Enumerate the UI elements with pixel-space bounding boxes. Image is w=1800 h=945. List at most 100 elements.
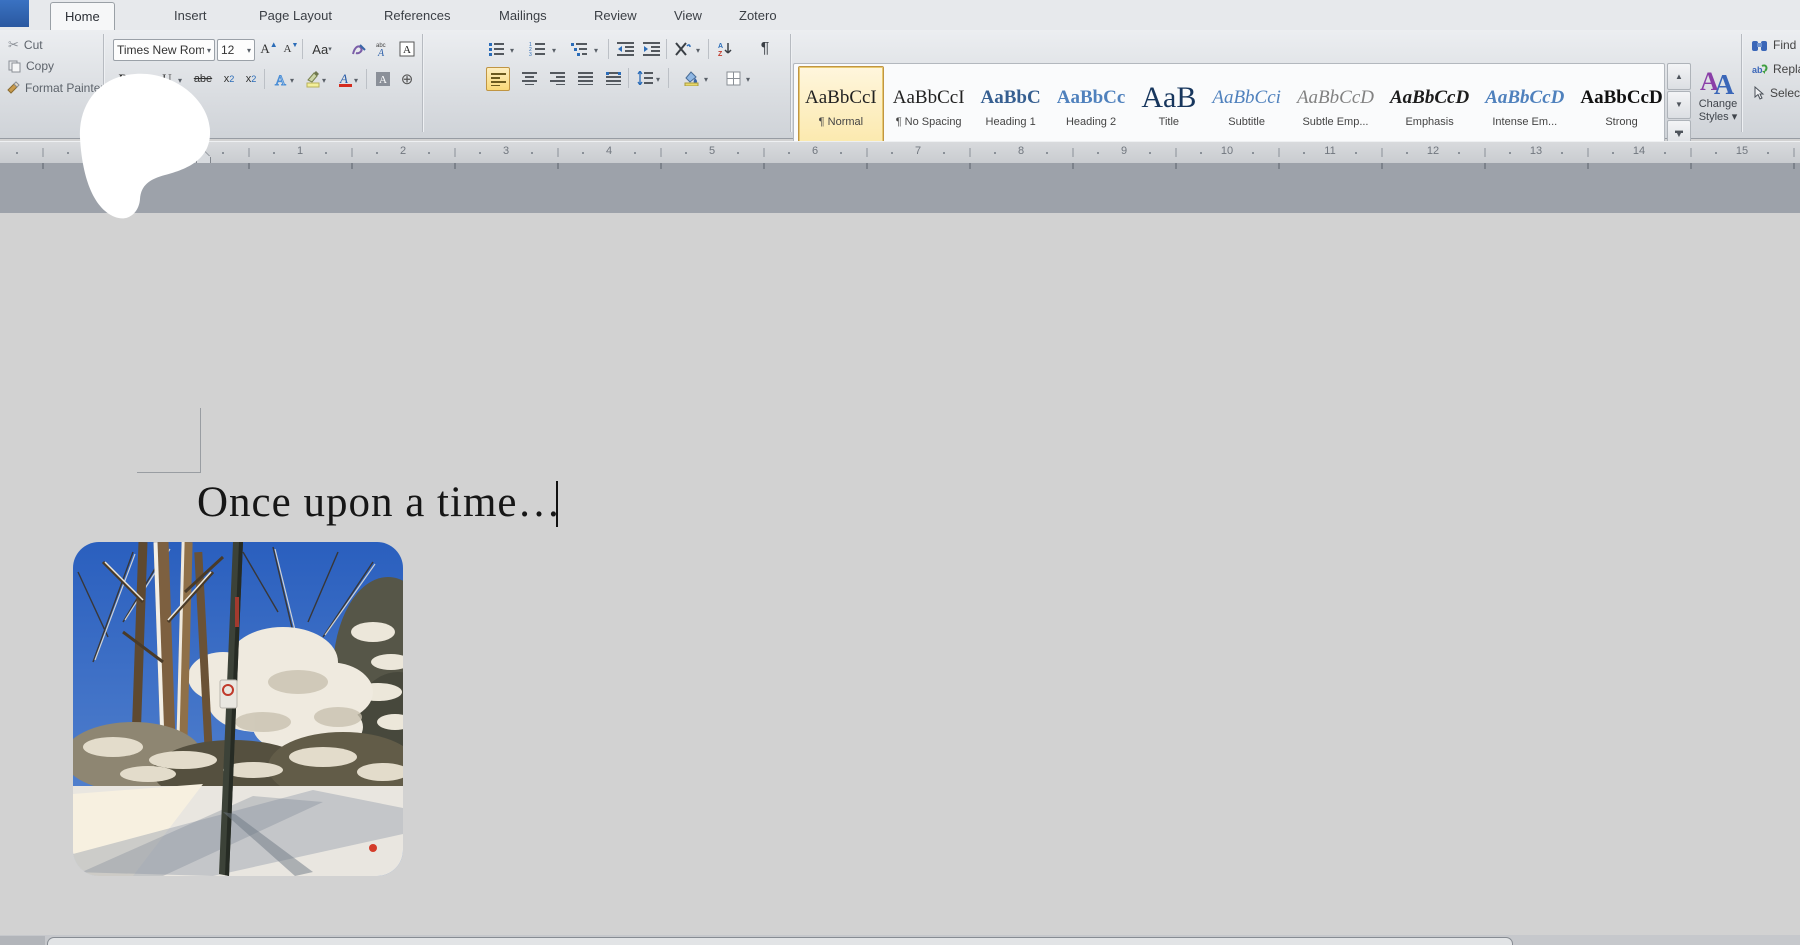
grow-font-button[interactable]: A▲ — [258, 38, 280, 60]
style-sample: AaBbCcD — [1580, 83, 1662, 113]
distribute-button[interactable] — [602, 67, 624, 89]
show-hide-pilcrow-button[interactable]: ¶ — [754, 38, 776, 60]
borders-button[interactable] — [722, 67, 744, 89]
chevron-down-icon[interactable]: ▾ — [204, 46, 214, 55]
gallery-scroll-up-button[interactable]: ▲ — [1667, 63, 1691, 90]
tab-references[interactable]: References — [370, 2, 464, 30]
character-border-icon[interactable]: A — [396, 38, 418, 60]
decrease-indent-button[interactable] — [614, 38, 636, 60]
replace-button[interactable]: ab Replace — [1752, 62, 1800, 76]
file-tab[interactable] — [0, 0, 29, 27]
text-highlight-button[interactable] — [302, 68, 324, 90]
ruler-mark — [67, 152, 69, 154]
chevron-down-icon[interactable]: ▾ — [510, 46, 514, 55]
separator — [366, 69, 367, 89]
font-size-combo[interactable]: 12 ▾ — [217, 39, 255, 61]
chevron-down-icon[interactable]: ▾ — [704, 75, 708, 84]
horizontal-ruler[interactable]: 123456789101112131415 — [0, 141, 1800, 164]
chevron-down-icon[interactable]: ▾ — [594, 46, 598, 55]
tab-view[interactable]: View — [660, 2, 716, 30]
style-heading-2[interactable]: AaBbCc Heading 2 — [1050, 66, 1133, 144]
character-shading-button[interactable]: A — [372, 68, 394, 90]
font-name-combo[interactable]: Times New Roman ▾ — [113, 39, 215, 61]
chevron-down-icon[interactable]: ▾ — [656, 75, 660, 84]
ruler-mark — [788, 152, 790, 154]
asian-layout-button[interactable] — [672, 38, 694, 60]
ruler-mark — [1355, 152, 1357, 154]
phonetic-guide-icon[interactable] — [348, 38, 370, 60]
chevron-down-icon[interactable]: ▾ — [746, 75, 750, 84]
chevron-down-icon[interactable]: ▾ — [322, 76, 326, 85]
enclose-characters-button[interactable]: ⊕ — [396, 68, 418, 90]
style-subtle-emphasis[interactable]: AaBbCcD Subtle Emp... — [1290, 66, 1381, 144]
ruler-mark — [479, 152, 481, 154]
font-color-button[interactable]: A — [334, 68, 356, 90]
ruler-mark — [1612, 152, 1614, 154]
copy-button[interactable]: Copy — [8, 59, 54, 73]
tab-zotero[interactable]: Zotero — [725, 2, 791, 30]
document-photo[interactable] — [73, 542, 403, 876]
line-spacing-button[interactable] — [634, 67, 656, 89]
tab-mailings[interactable]: Mailings — [485, 2, 561, 30]
ruler-half-tick — [1278, 163, 1280, 169]
superscript-button[interactable]: x2 — [240, 68, 262, 90]
tab-review[interactable]: Review — [580, 2, 651, 30]
select-button[interactable]: Select — [1752, 86, 1800, 100]
align-left-button[interactable] — [486, 67, 510, 91]
subscript-button[interactable]: x2 — [218, 68, 240, 90]
ruler-mark — [1715, 152, 1717, 154]
ruler-mark — [1664, 152, 1666, 154]
justify-button[interactable] — [574, 67, 596, 89]
copy-label: Copy — [26, 59, 54, 73]
ruler-number: 5 — [709, 145, 715, 157]
chevron-down-icon[interactable]: ▾ — [354, 76, 358, 85]
style-no-spacing[interactable]: AaBbCcI ¶ No Spacing — [886, 66, 972, 144]
chevron-down-icon[interactable]: ▾ — [696, 46, 700, 55]
document-page[interactable]: Once upon a time… — [0, 213, 1800, 945]
tab-insert[interactable]: Insert — [160, 2, 221, 30]
sort-button[interactable]: AZ — [714, 38, 736, 60]
text-effects-button[interactable]: A — [270, 68, 292, 90]
style-label: Title — [1159, 116, 1179, 128]
ruler-half-tick — [969, 163, 971, 169]
align-center-button[interactable] — [518, 67, 540, 89]
ruler-mark — [557, 148, 558, 157]
gallery-scroll-down-button[interactable]: ▼ — [1667, 91, 1691, 118]
separator — [628, 68, 629, 88]
tab-home[interactable]: Home — [50, 2, 115, 31]
ruler-mark — [891, 152, 893, 154]
tab-page-layout[interactable]: Page Layout — [245, 2, 346, 30]
ribbon-home: ✂ Cut Copy Format Painter Clipboard Time… — [0, 30, 1800, 139]
font-name-value: Times New Roman — [114, 42, 204, 58]
background-window-top — [47, 937, 1513, 945]
style-subtitle[interactable]: AaBbCci Subtitle — [1205, 66, 1288, 144]
cut-button[interactable]: ✂ Cut — [8, 37, 43, 53]
multilevel-list-button[interactable] — [568, 38, 590, 60]
style-emphasis[interactable]: AaBbCcD Emphasis — [1383, 66, 1476, 144]
ruler-half-tick — [1072, 163, 1074, 169]
shrink-font-button[interactable]: A▼ — [280, 38, 302, 60]
increase-indent-button[interactable] — [640, 38, 662, 60]
ruler-number: 6 — [812, 145, 818, 157]
style-intense-emphasis[interactable]: AaBbCcD Intense Em... — [1478, 66, 1571, 144]
align-right-button[interactable] — [546, 67, 568, 89]
find-button[interactable]: Find — [1752, 38, 1796, 52]
shading-button[interactable] — [680, 67, 702, 89]
numbering-button[interactable]: 123 — [526, 38, 548, 60]
bullets-button[interactable] — [486, 38, 508, 60]
ruby-abc-icon[interactable]: abcA — [372, 38, 394, 60]
chevron-down-icon[interactable]: ▾ — [552, 46, 556, 55]
ruler-mark — [866, 148, 867, 157]
ruler-mark — [994, 152, 996, 154]
change-styles-button[interactable]: A A Change Styles ▾ — [1696, 64, 1740, 123]
document-heading-text[interactable]: Once upon a time… — [197, 478, 562, 527]
style-title[interactable]: AaB Title — [1134, 66, 1203, 144]
style-strong[interactable]: AaBbCcD Strong — [1573, 66, 1669, 144]
chevron-down-icon[interactable]: ▾ — [244, 46, 254, 55]
style-normal[interactable]: AaBbCcI ¶ Normal — [798, 66, 884, 144]
style-heading-1[interactable]: AaBbC Heading 1 — [974, 66, 1048, 144]
style-sample: AaBbCcI — [893, 83, 965, 113]
ruler-mark — [634, 152, 636, 154]
chevron-down-icon[interactable]: ▾ — [290, 76, 294, 85]
change-case-button[interactable]: Aa▾ — [308, 38, 336, 60]
